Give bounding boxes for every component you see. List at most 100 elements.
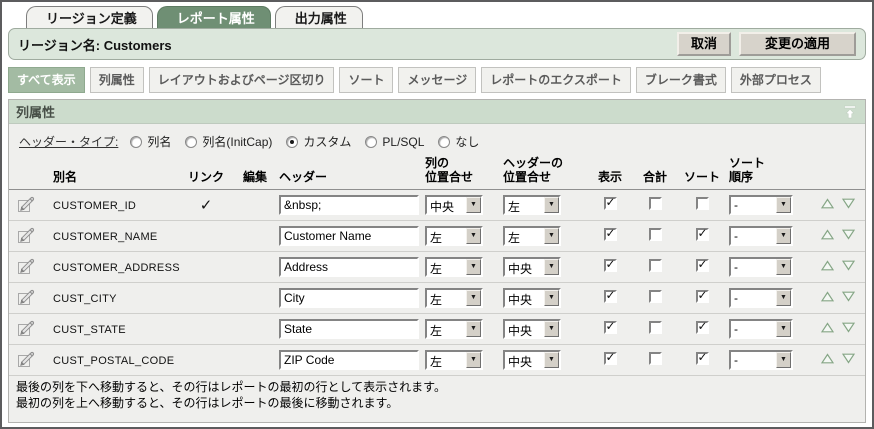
header-text-input[interactable] bbox=[279, 350, 419, 370]
column-alias: CUSTOMER_NAME bbox=[53, 231, 158, 243]
sort-order-select[interactable]: - ▼ bbox=[729, 350, 793, 370]
radio-icon[interactable] bbox=[365, 136, 377, 148]
radio-label: カスタム bbox=[303, 133, 351, 150]
move-up-icon[interactable] bbox=[821, 198, 834, 212]
header-alignment-select[interactable]: 中央 ▼ bbox=[503, 350, 561, 370]
sort-order-select[interactable]: - ▼ bbox=[729, 257, 793, 277]
subtab-column-attributes[interactable]: 列属性 bbox=[90, 67, 144, 93]
sum-checkbox[interactable] bbox=[649, 259, 662, 272]
move-up-icon[interactable] bbox=[821, 322, 834, 336]
dropdown-arrow-icon: ▼ bbox=[544, 228, 559, 244]
header-alignment-select[interactable]: 左 ▼ bbox=[503, 195, 561, 215]
tab-print-attributes[interactable]: 出力属性 bbox=[275, 6, 363, 28]
dropdown-arrow-icon: ▼ bbox=[544, 290, 559, 306]
cancel-button[interactable]: 取消 bbox=[677, 32, 731, 57]
move-up-icon[interactable] bbox=[821, 229, 834, 243]
display-checkbox[interactable] bbox=[604, 352, 617, 365]
apply-changes-button[interactable]: 変更の適用 bbox=[739, 32, 856, 57]
header-type-radio-option[interactable]: 列名(InitCap) bbox=[185, 133, 272, 150]
header-text-input[interactable] bbox=[279, 319, 419, 339]
radio-icon[interactable] bbox=[185, 136, 197, 148]
sort-checkbox[interactable] bbox=[696, 290, 709, 303]
header-text-input[interactable] bbox=[279, 195, 419, 215]
display-checkbox[interactable] bbox=[604, 259, 617, 272]
subtab-messages[interactable]: メッセージ bbox=[398, 67, 476, 93]
sort-order-header: ソート 順序 bbox=[727, 155, 811, 189]
subtab-layout-pagination[interactable]: レイアウトおよびページ区切り bbox=[149, 67, 335, 93]
edit-row-pencil-icon[interactable] bbox=[17, 318, 36, 340]
sum-checkbox[interactable] bbox=[649, 290, 662, 303]
header-type-radio-option[interactable]: なし bbox=[438, 133, 479, 150]
header-alignment-select[interactable]: 左 ▼ bbox=[503, 226, 561, 246]
edit-row-pencil-icon[interactable] bbox=[17, 349, 36, 371]
column-alignment-select[interactable]: 中央 ▼ bbox=[425, 195, 483, 215]
display-checkbox[interactable] bbox=[604, 197, 617, 210]
edit-row-pencil-icon[interactable] bbox=[17, 225, 36, 247]
move-up-icon[interactable] bbox=[821, 291, 834, 305]
column-alignment-select[interactable]: 左 ▼ bbox=[425, 257, 483, 277]
note-line: 最後の列を下へ移動すると、その行はレポートの最初の行として表示されます。 bbox=[16, 379, 858, 396]
move-down-icon[interactable] bbox=[842, 198, 855, 212]
move-help-notes: 最後の列を下へ移動すると、その行はレポートの最初の行として表示されます。 最初の… bbox=[9, 376, 865, 419]
sum-checkbox[interactable] bbox=[649, 352, 662, 365]
radio-icon[interactable] bbox=[130, 136, 142, 148]
sort-order-select[interactable]: - ▼ bbox=[729, 288, 793, 308]
move-down-icon[interactable] bbox=[842, 322, 855, 336]
display-checkbox[interactable] bbox=[604, 228, 617, 241]
sum-checkbox[interactable] bbox=[649, 228, 662, 241]
header-text-input[interactable] bbox=[279, 288, 419, 308]
region-name-label: リージョン名: bbox=[18, 38, 100, 53]
header-type-radio-option[interactable]: PL/SQL bbox=[365, 135, 424, 149]
header-type-radio-group: ヘッダー・タイプ: 列名 列名(InitCap) カスタム bbox=[9, 124, 865, 153]
sort-order-select[interactable]: - ▼ bbox=[729, 195, 793, 215]
sum-checkbox[interactable] bbox=[649, 197, 662, 210]
move-down-icon[interactable] bbox=[842, 229, 855, 243]
column-alignment-select[interactable]: 左 ▼ bbox=[425, 226, 483, 246]
subtab-show-all[interactable]: すべて表示 bbox=[8, 67, 85, 93]
table-row: CUST_CITY 左 ▼ bbox=[9, 282, 865, 313]
move-up-icon[interactable] bbox=[821, 260, 834, 274]
header-alignment-select[interactable]: 中央 ▼ bbox=[503, 257, 561, 277]
header-alignment-select[interactable]: 中央 ▼ bbox=[503, 288, 561, 308]
header-text-input[interactable] bbox=[279, 226, 419, 246]
move-down-icon[interactable] bbox=[842, 353, 855, 367]
header-type-radio-option[interactable]: カスタム bbox=[286, 133, 351, 150]
header-alignment-select[interactable]: 中央 ▼ bbox=[503, 319, 561, 339]
edit-cell bbox=[233, 220, 277, 251]
edit-row-pencil-icon[interactable] bbox=[17, 287, 36, 309]
tab-report-attributes[interactable]: レポート属性 bbox=[157, 6, 271, 28]
sort-checkbox[interactable] bbox=[696, 352, 709, 365]
sort-order-select[interactable]: - ▼ bbox=[729, 319, 793, 339]
sum-checkbox[interactable] bbox=[649, 321, 662, 334]
move-up-icon[interactable] bbox=[821, 353, 834, 367]
display-checkbox[interactable] bbox=[604, 321, 617, 334]
subtab-report-export[interactable]: レポートのエクスポート bbox=[481, 67, 631, 93]
tab-region-definition[interactable]: リージョン定義 bbox=[26, 6, 153, 28]
header-type-radio-option[interactable]: 列名 bbox=[130, 133, 171, 150]
radio-icon[interactable] bbox=[438, 136, 450, 148]
display-checkbox[interactable] bbox=[604, 290, 617, 303]
edit-row-pencil-icon[interactable] bbox=[17, 194, 36, 216]
edit-row-pencil-icon[interactable] bbox=[17, 256, 36, 278]
collapse-region-icon[interactable] bbox=[842, 105, 858, 119]
subtab-external-processing[interactable]: 外部プロセス bbox=[731, 67, 821, 93]
move-down-icon[interactable] bbox=[842, 260, 855, 274]
dropdown-arrow-icon: ▼ bbox=[466, 352, 481, 368]
column-alignment-select[interactable]: 左 ▼ bbox=[425, 288, 483, 308]
tab-label: リージョン定義 bbox=[46, 8, 137, 27]
column-alignment-select[interactable]: 左 ▼ bbox=[425, 319, 483, 339]
sort-checkbox[interactable] bbox=[696, 259, 709, 272]
sort-checkbox[interactable] bbox=[696, 321, 709, 334]
subtab-sorting[interactable]: ソート bbox=[339, 67, 393, 93]
sort-checkbox[interactable] bbox=[696, 228, 709, 241]
move-down-icon[interactable] bbox=[842, 291, 855, 305]
header-text-input[interactable] bbox=[279, 257, 419, 277]
column-alignment-select[interactable]: 左 ▼ bbox=[425, 350, 483, 370]
table-header-row: 別名 リンク 編集 ヘッダー 列の 位置合せ ヘッダーの 位置合せ 表示 合計 … bbox=[9, 155, 865, 189]
table-row: CUST_POSTAL_CODE 左 ▼ bbox=[9, 344, 865, 375]
sort-checkbox[interactable] bbox=[696, 197, 709, 210]
sort-order-select[interactable]: - ▼ bbox=[729, 226, 793, 246]
radio-icon[interactable] bbox=[286, 136, 298, 148]
edit-cell bbox=[233, 282, 277, 313]
subtab-break-formatting[interactable]: ブレーク書式 bbox=[636, 67, 726, 93]
